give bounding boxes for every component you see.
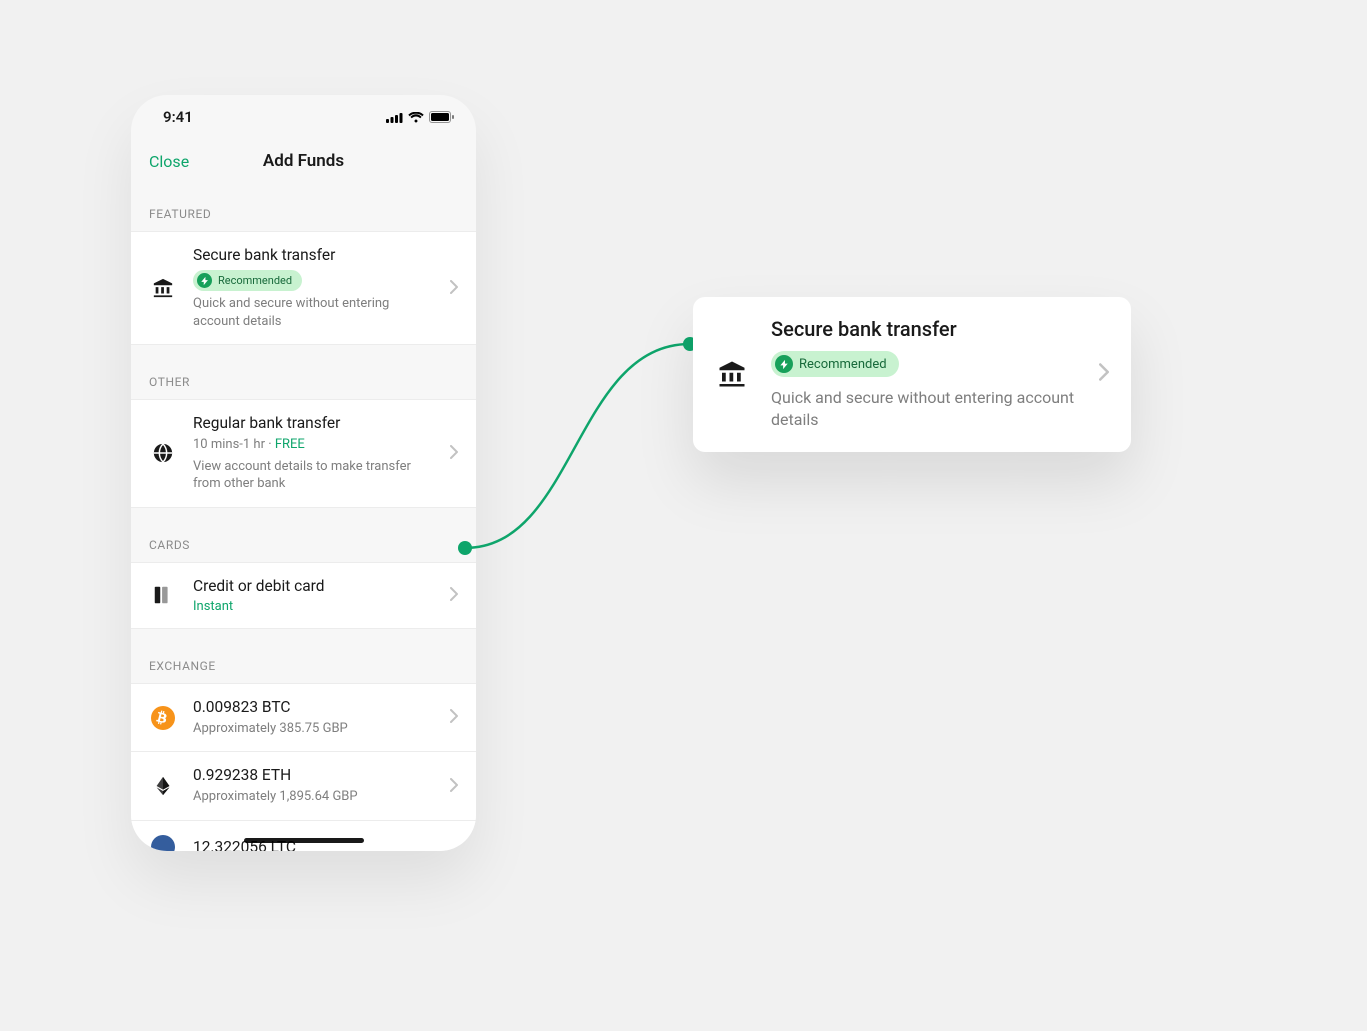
litecoin-icon bbox=[149, 835, 177, 851]
row-desc: Quick and secure without entering accoun… bbox=[193, 295, 434, 330]
chevron-right-icon bbox=[450, 777, 458, 796]
callout-card[interactable]: Secure bank transfer Recommended Quick a… bbox=[693, 297, 1131, 452]
row-sub: Approximately 1,895.64 GBP bbox=[193, 788, 434, 806]
chevron-right-icon bbox=[450, 586, 458, 605]
callout-desc: Quick and secure without entering accoun… bbox=[771, 387, 1077, 432]
globe-icon bbox=[149, 442, 177, 464]
row-sub: Instant bbox=[193, 599, 434, 614]
chevron-right-icon bbox=[450, 444, 458, 463]
recommended-badge: Recommended bbox=[193, 270, 302, 291]
row-eth[interactable]: 0.929238 ETH Approximately 1,895.64 GBP bbox=[131, 752, 476, 821]
bitcoin-icon bbox=[149, 706, 177, 730]
list: FEATURED Secure bank transfer Recommende… bbox=[131, 183, 476, 851]
section-header-exchange: EXCHANGE bbox=[131, 629, 476, 683]
home-indicator bbox=[244, 838, 364, 843]
connector-line bbox=[455, 330, 705, 560]
cellular-icon bbox=[386, 112, 403, 123]
row-title: Credit or debit card bbox=[193, 577, 434, 595]
nav-bar: Close Add Funds bbox=[131, 139, 476, 183]
row-title: 0.929238 ETH bbox=[193, 766, 434, 784]
row-sub: Approximately 385.75 GBP bbox=[193, 720, 434, 738]
row-ltc[interactable]: 12.322056 LTC bbox=[131, 821, 476, 851]
row-btc[interactable]: 0.009823 BTC Approximately 385.75 GBP bbox=[131, 684, 476, 753]
recommended-badge: Recommended bbox=[771, 351, 899, 377]
bolt-icon bbox=[775, 355, 793, 373]
bolt-icon bbox=[197, 273, 212, 288]
status-bar: 9:41 bbox=[131, 95, 476, 139]
chevron-right-icon bbox=[1099, 363, 1109, 385]
row-meta: 10 mins-1 hr · FREE bbox=[193, 436, 434, 454]
ethereum-icon bbox=[149, 775, 177, 797]
close-button[interactable]: Close bbox=[149, 152, 189, 171]
row-title: Secure bank transfer bbox=[193, 246, 434, 264]
wifi-icon bbox=[408, 112, 424, 123]
bank-icon bbox=[149, 277, 177, 299]
row-title: Regular bank transfer bbox=[193, 414, 434, 432]
row-secure-bank-transfer[interactable]: Secure bank transfer Recommended Quick a… bbox=[131, 232, 476, 344]
row-credit-card[interactable]: Credit or debit card Instant bbox=[131, 563, 476, 628]
row-desc: View account details to make transfer fr… bbox=[193, 458, 434, 493]
bank-icon bbox=[715, 359, 749, 389]
callout-title: Secure bank transfer bbox=[771, 317, 1077, 341]
chevron-right-icon bbox=[450, 279, 458, 298]
phone-frame: 9:41 Close Add Funds FEATURED Secure bbox=[131, 95, 476, 851]
section-header-other: OTHER bbox=[131, 345, 476, 399]
status-time: 9:41 bbox=[163, 108, 193, 126]
section-header-featured: FEATURED bbox=[131, 183, 476, 231]
chevron-right-icon bbox=[450, 708, 458, 727]
row-regular-bank-transfer[interactable]: Regular bank transfer 10 mins-1 hr · FRE… bbox=[131, 400, 476, 507]
status-indicators bbox=[386, 111, 454, 123]
row-title: 0.009823 BTC bbox=[193, 698, 434, 716]
section-header-cards: CARDS bbox=[131, 508, 476, 562]
battery-icon bbox=[429, 111, 454, 123]
card-icon bbox=[149, 584, 177, 606]
